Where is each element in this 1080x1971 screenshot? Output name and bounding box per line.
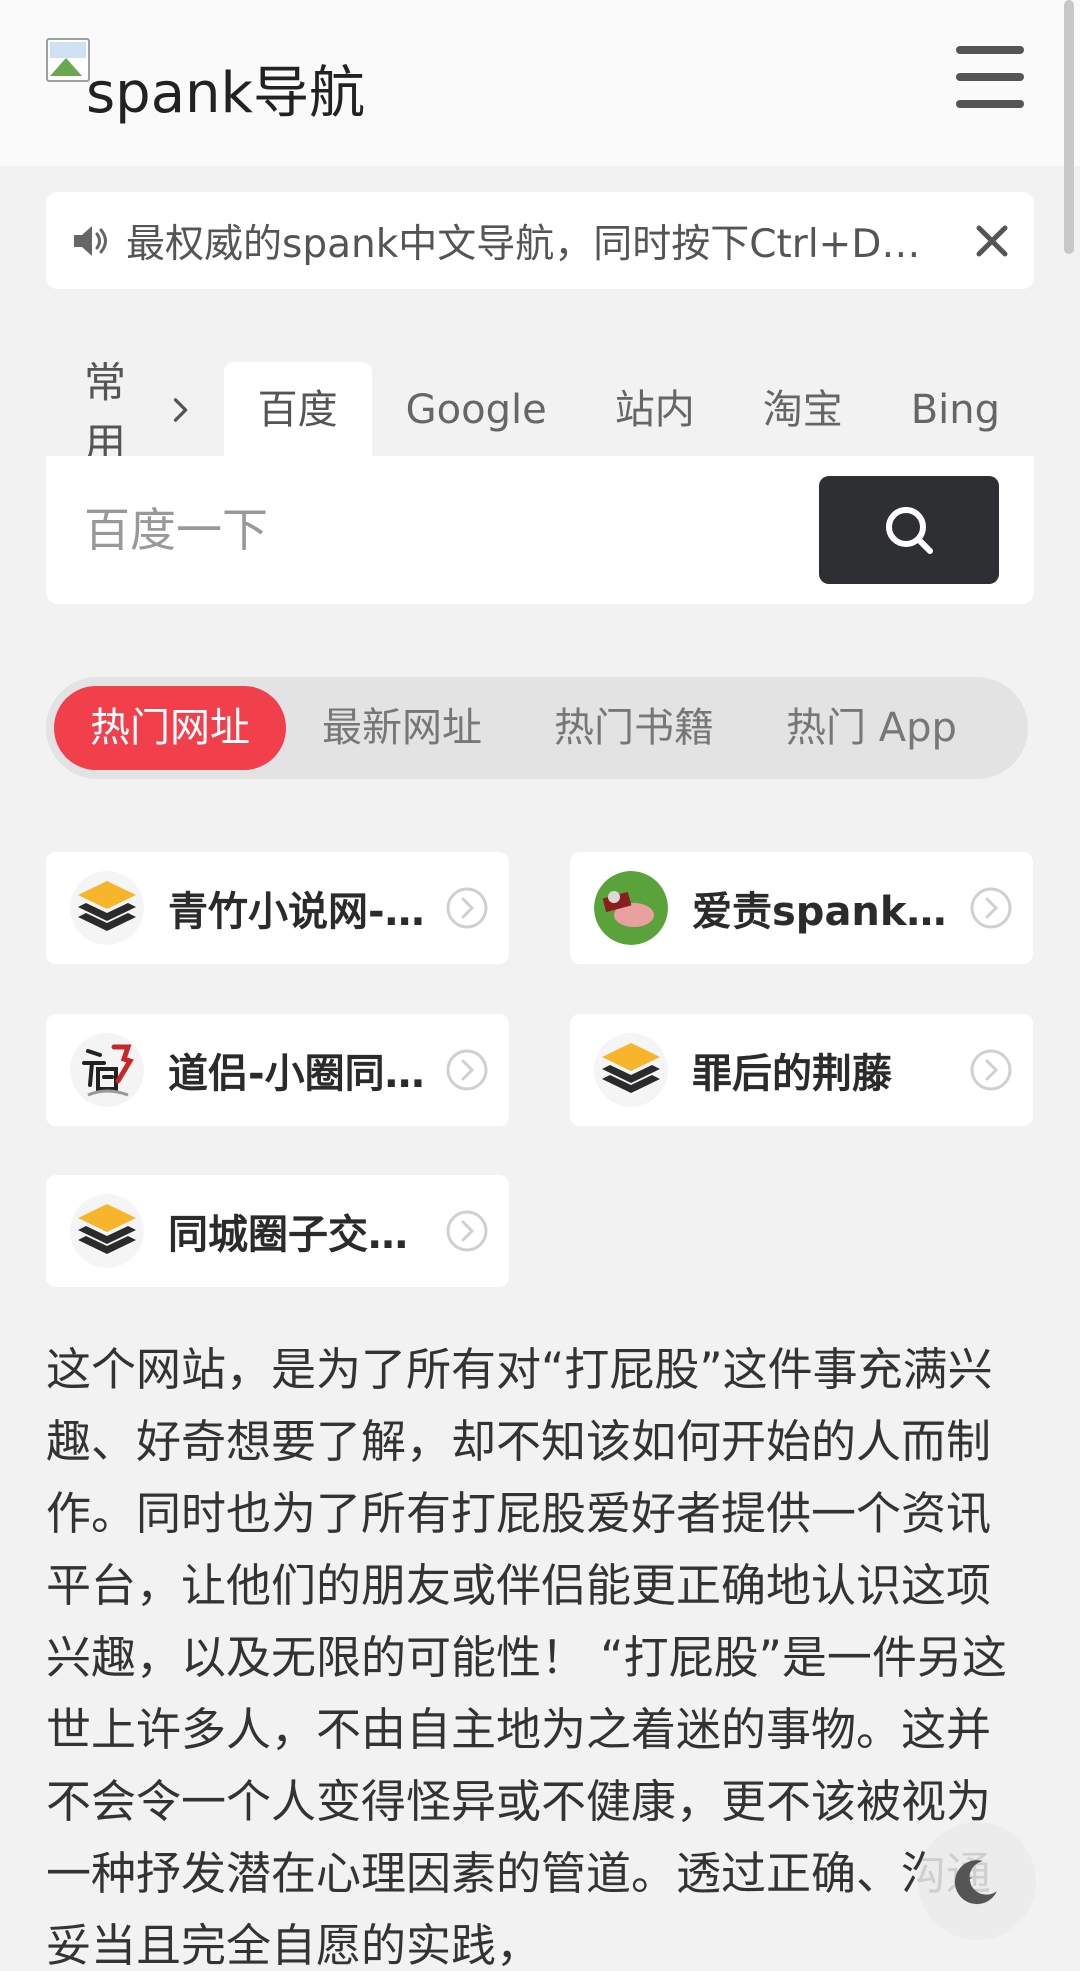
site-card[interactable]: 罪后的荆藤 — [570, 1014, 1033, 1126]
arrow-right-circle-icon[interactable] — [445, 1209, 489, 1253]
dao-logo-icon — [70, 1033, 144, 1107]
site-logo[interactable]: spank导航 — [46, 36, 365, 126]
tab-hot-apps[interactable]: 热门 App — [750, 686, 993, 770]
top-bar: spank导航 — [0, 0, 1080, 166]
site-name: 罪后的荆藤 — [692, 1051, 892, 1097]
site-avatar-icon — [594, 871, 668, 945]
search-engine-tabs: 常用 百度 Google 站内 淘宝 Bing — [46, 362, 1034, 458]
notice-bar: 最权威的spank中文导航，同时按下Ctrl+D收藏本站 — [46, 192, 1034, 289]
search-input[interactable] — [46, 456, 816, 604]
arrow-right-circle-icon[interactable] — [445, 886, 489, 930]
engine-tab-site[interactable]: 站内 — [581, 362, 729, 458]
site-card[interactable]: 同城圈子交友平台 — [46, 1175, 509, 1287]
close-icon[interactable] — [974, 223, 1010, 259]
arrow-right-circle-icon[interactable] — [969, 1048, 1013, 1092]
tab-new-sites[interactable]: 最新网址 — [286, 686, 518, 770]
site-name: 道侣-小圈同城交友 — [168, 1051, 438, 1097]
site-name: 同城圈子交友平台 — [168, 1212, 438, 1258]
page-scrollbar[interactable] — [1064, 0, 1074, 254]
search-icon — [886, 507, 933, 554]
search-category-label[interactable]: 常用 — [46, 362, 168, 458]
speaker-icon — [74, 225, 107, 256]
broken-image-icon — [46, 38, 92, 84]
layers-icon — [70, 871, 144, 945]
site-name: 爱责spank文化 — [692, 889, 962, 935]
engine-tab-bing[interactable]: Bing — [877, 362, 1034, 458]
engine-tab-baidu[interactable]: 百度 — [223, 362, 372, 458]
tab-hot-books[interactable]: 热门书籍 — [518, 686, 750, 770]
site-card[interactable]: 道侣-小圈同城交友 — [46, 1014, 509, 1126]
site-card[interactable]: 青竹小说网-spank小说 — [46, 852, 509, 964]
site-name: 青竹小说网-spank小说 — [168, 889, 438, 935]
moon-icon — [954, 1860, 997, 1905]
hamburger-menu-icon[interactable] — [956, 46, 1024, 108]
site-description: 这个网站，是为了所有对“打屁股”这件事充满兴趣、好奇想要了解，却不知该如何开始的… — [46, 1343, 1007, 1971]
search-box — [46, 456, 1034, 604]
logo-text: spank导航 — [86, 61, 365, 126]
site-card[interactable]: 爱责spank文化 — [570, 852, 1033, 964]
search-button[interactable] — [819, 476, 999, 584]
arrow-right-circle-icon[interactable] — [969, 886, 1013, 930]
engine-tab-google[interactable]: Google — [372, 362, 581, 458]
chevron-right-icon — [174, 398, 188, 422]
content-tabs: 热门网址 最新网址 热门书籍 热门 App — [46, 677, 1028, 779]
engine-tab-taobao[interactable]: 淘宝 — [729, 362, 877, 458]
layers-icon — [594, 1033, 668, 1107]
layers-icon — [70, 1194, 144, 1268]
dark-mode-toggle[interactable] — [918, 1822, 1036, 1940]
notice-text: 最权威的spank中文导航，同时按下Ctrl+D收藏本站 — [126, 221, 950, 267]
tab-hot-sites[interactable]: 热门网址 — [54, 686, 286, 770]
arrow-right-circle-icon[interactable] — [445, 1048, 489, 1092]
